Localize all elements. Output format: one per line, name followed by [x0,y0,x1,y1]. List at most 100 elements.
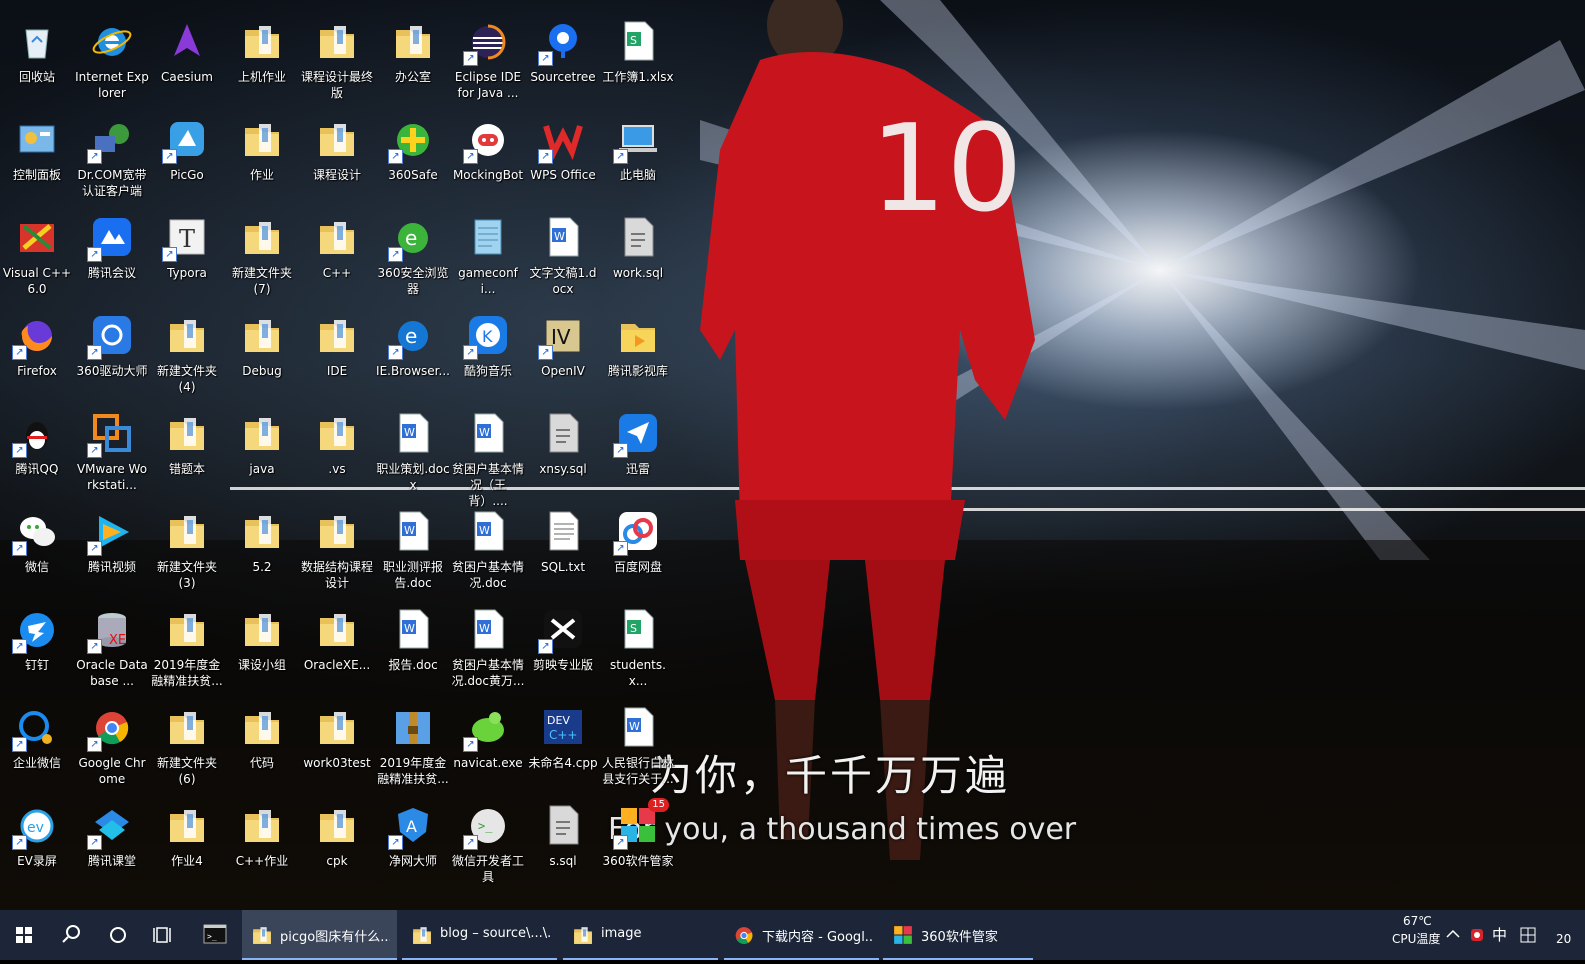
desktop-icon[interactable]: ↗ 360驱动大师 [75,312,149,379]
desktop-icon[interactable]: 腾讯影视库 [601,312,675,379]
desktop-icon[interactable]: W 报告.doc [376,606,450,673]
desktop-icon[interactable]: ↗ 此电脑 [601,116,675,183]
desktop-icon[interactable]: 错题本 [150,410,224,477]
desktop-icon[interactable]: ↗ 微信 [0,508,74,575]
desktop-icon[interactable]: ↗ 百度网盘 [601,508,675,575]
desktop-icon[interactable]: 代码 [225,704,299,771]
desktop-icon[interactable]: A ↗ 净网大师 [376,802,450,869]
task-view-button[interactable] [140,910,188,960]
desktop-icon[interactable]: .vs [300,410,374,477]
desktop-icon[interactable]: W 人民银行白林县支行关于... [601,704,675,787]
desktop-icon[interactable]: 办公室 [376,18,450,85]
desktop[interactable]: 10 为你，千千万万遍 For you, a thousand times ov… [0,0,1585,910]
desktop-icon[interactable]: 回收站 [0,18,74,85]
desktop-icon[interactable]: XE ↗ Oracle Database ... [75,606,149,689]
desktop-icon[interactable]: S 工作簿1.xlsx [601,18,675,85]
desktop-icon[interactable]: C++ [300,214,374,281]
desktop-icon[interactable]: T ↗ Typora [150,214,224,281]
desktop-icon[interactable]: 课设小组 [225,606,299,673]
desktop-icon[interactable]: e ↗ IE.Browser... [376,312,450,379]
desktop-icon[interactable]: ↗ Firefox [0,312,74,379]
ime-mode-button[interactable] [1516,910,1540,960]
show-hidden-icons-button[interactable] [1442,910,1464,960]
desktop-icon[interactable]: W 文字文稿1.docx [526,214,600,297]
desktop-icon[interactable]: e ↗ 360安全浏览器 [376,214,450,297]
desktop-icon[interactable]: 控制面板 [0,116,74,183]
desktop-icon[interactable]: ↗ 腾讯课堂 [75,802,149,869]
desktop-icon[interactable]: Visual C++ 6.0 [0,214,74,297]
desktop-icon[interactable]: ↗ PicGo [150,116,224,183]
desktop-icon[interactable]: 课程设计最终版 [300,18,374,101]
desktop-icon[interactable]: 新建文件夹 (7) [225,214,299,297]
desktop-icon[interactable]: ↗ 迅雷 [601,410,675,477]
desktop-icon[interactable]: 新建文件夹 (6) [150,704,224,787]
desktop-icon[interactable]: ↗ 剪映专业版 [526,606,600,673]
desktop-icon[interactable]: ↗ Sourcetree [526,18,600,85]
desktop-icon[interactable]: ↗ 腾讯会议 [75,214,149,281]
desktop-icon[interactable]: 上机作业 [225,18,299,85]
desktop-icon[interactable]: 数据结构课程设计 [300,508,374,591]
text-file-icon [540,508,586,554]
taskbar-app-button[interactable]: picgo图床有什么... [242,910,397,960]
desktop-icon[interactable]: work.sql [601,214,675,281]
taskbar-app-button[interactable]: 下载内容 - Googl... [724,910,879,960]
desktop-icon[interactable]: ↗ Google Chrome [75,704,149,787]
desktop-icon[interactable]: ↗ WPS Office [526,116,600,183]
desktop-icon[interactable]: W 贫困户基本情况（王背）.... [451,410,525,509]
start-button[interactable] [0,910,48,960]
desktop-icon[interactable]: xnsy.sql [526,410,600,477]
taskbar-app-button[interactable]: blog – source\...\... [402,910,557,960]
desktop-icon[interactable]: IDE [300,312,374,379]
desktop-icon[interactable]: work03test [300,704,374,771]
cortana-button[interactable] [94,910,140,960]
desktop-icon[interactable]: java [225,410,299,477]
desktop-icon[interactable]: 5.2 [225,508,299,575]
desktop-icon[interactable]: OracleXE... [300,606,374,673]
taskbar-app-button[interactable]: 360软件管家 [883,910,1033,960]
taskbar-app-button[interactable]: image [563,910,718,960]
desktop-icon[interactable]: 新建文件夹 (4) [150,312,224,395]
desktop-icon[interactable]: C++作业 [225,802,299,869]
desktop-icon[interactable]: ↗ 15 360软件管家 [601,798,675,869]
desktop-icon[interactable]: >_ ↗ 微信开发者工具 [451,802,525,885]
desktop-icon[interactable]: ↗ 钉钉 [0,606,74,673]
desktop-icon[interactable]: W 职业策划.docx [376,410,450,493]
desktop-icon[interactable]: ↗ 腾讯QQ [0,410,74,477]
desktop-icon[interactable]: 作业4 [150,802,224,869]
desktop-icon[interactable]: ↗ 腾讯视频 [75,508,149,575]
desktop-icon[interactable]: 新建文件夹 (3) [150,508,224,591]
desktop-icon[interactable]: Caesium [150,18,224,85]
desktop-icon[interactable]: W 职业测评报告.doc [376,508,450,591]
desktop-icon[interactable]: ↗ Eclipse IDE for Java ... [451,18,525,101]
desktop-icon[interactable]: 作业 [225,116,299,183]
desktop-icon[interactable]: DEV C++ 未命名4.cpp [526,704,600,771]
search-button[interactable] [48,910,94,960]
desktop-icon[interactable]: ↗ 360Safe [376,116,450,183]
desktop-icon[interactable]: K ↗ 酷狗音乐 [451,312,525,379]
clock-fragment[interactable]: 20 [1556,932,1571,946]
desktop-icon[interactable]: Debug [225,312,299,379]
desktop-icon[interactable]: 课程设计 [300,116,374,183]
desktop-icon[interactable]: ↗ MockingBot [451,116,525,183]
desktop-icon[interactable]: s.sql [526,802,600,869]
desktop-icon[interactable]: gameconfi... [451,214,525,297]
desktop-icon[interactable]: Sstudents.x... [601,606,675,689]
desktop-icon-label: work03test [303,756,371,770]
shortcut-arrow-icon: ↗ [388,149,403,164]
desktop-icon[interactable]: ↗ navicat.exe [451,704,525,771]
desktop-icon[interactable]: Internet Explorer [75,18,149,101]
desktop-icon[interactable]: W 贫困户基本情况.doc [451,508,525,591]
desktop-icon[interactable]: ev ↗ EV录屏 [0,802,74,869]
desktop-icon[interactable]: ↗ VMware Workstati... [75,410,149,493]
desktop-icon[interactable]: 2019年度金融精准扶贫... [150,606,224,689]
desktop-icon[interactable]: W 贫困户基本情况.doc黄万... [451,606,525,689]
taskbar-terminal-pinned[interactable]: >_ [190,910,240,960]
tray-app-button[interactable] [1466,910,1488,960]
desktop-icon[interactable]: ↗ 企业微信 [0,704,74,771]
desktop-icon[interactable]: ↗ Dr.COM宽带认证客户端 [75,116,149,199]
desktop-icon[interactable]: cpk [300,802,374,869]
ime-indicator[interactable]: 中 [1492,924,1507,945]
desktop-icon[interactable]: 2019年度金融精准扶贫... [376,704,450,787]
desktop-icon[interactable]: SQL.txt [526,508,600,575]
desktop-icon[interactable]: IV ↗ OpenIV [526,312,600,379]
